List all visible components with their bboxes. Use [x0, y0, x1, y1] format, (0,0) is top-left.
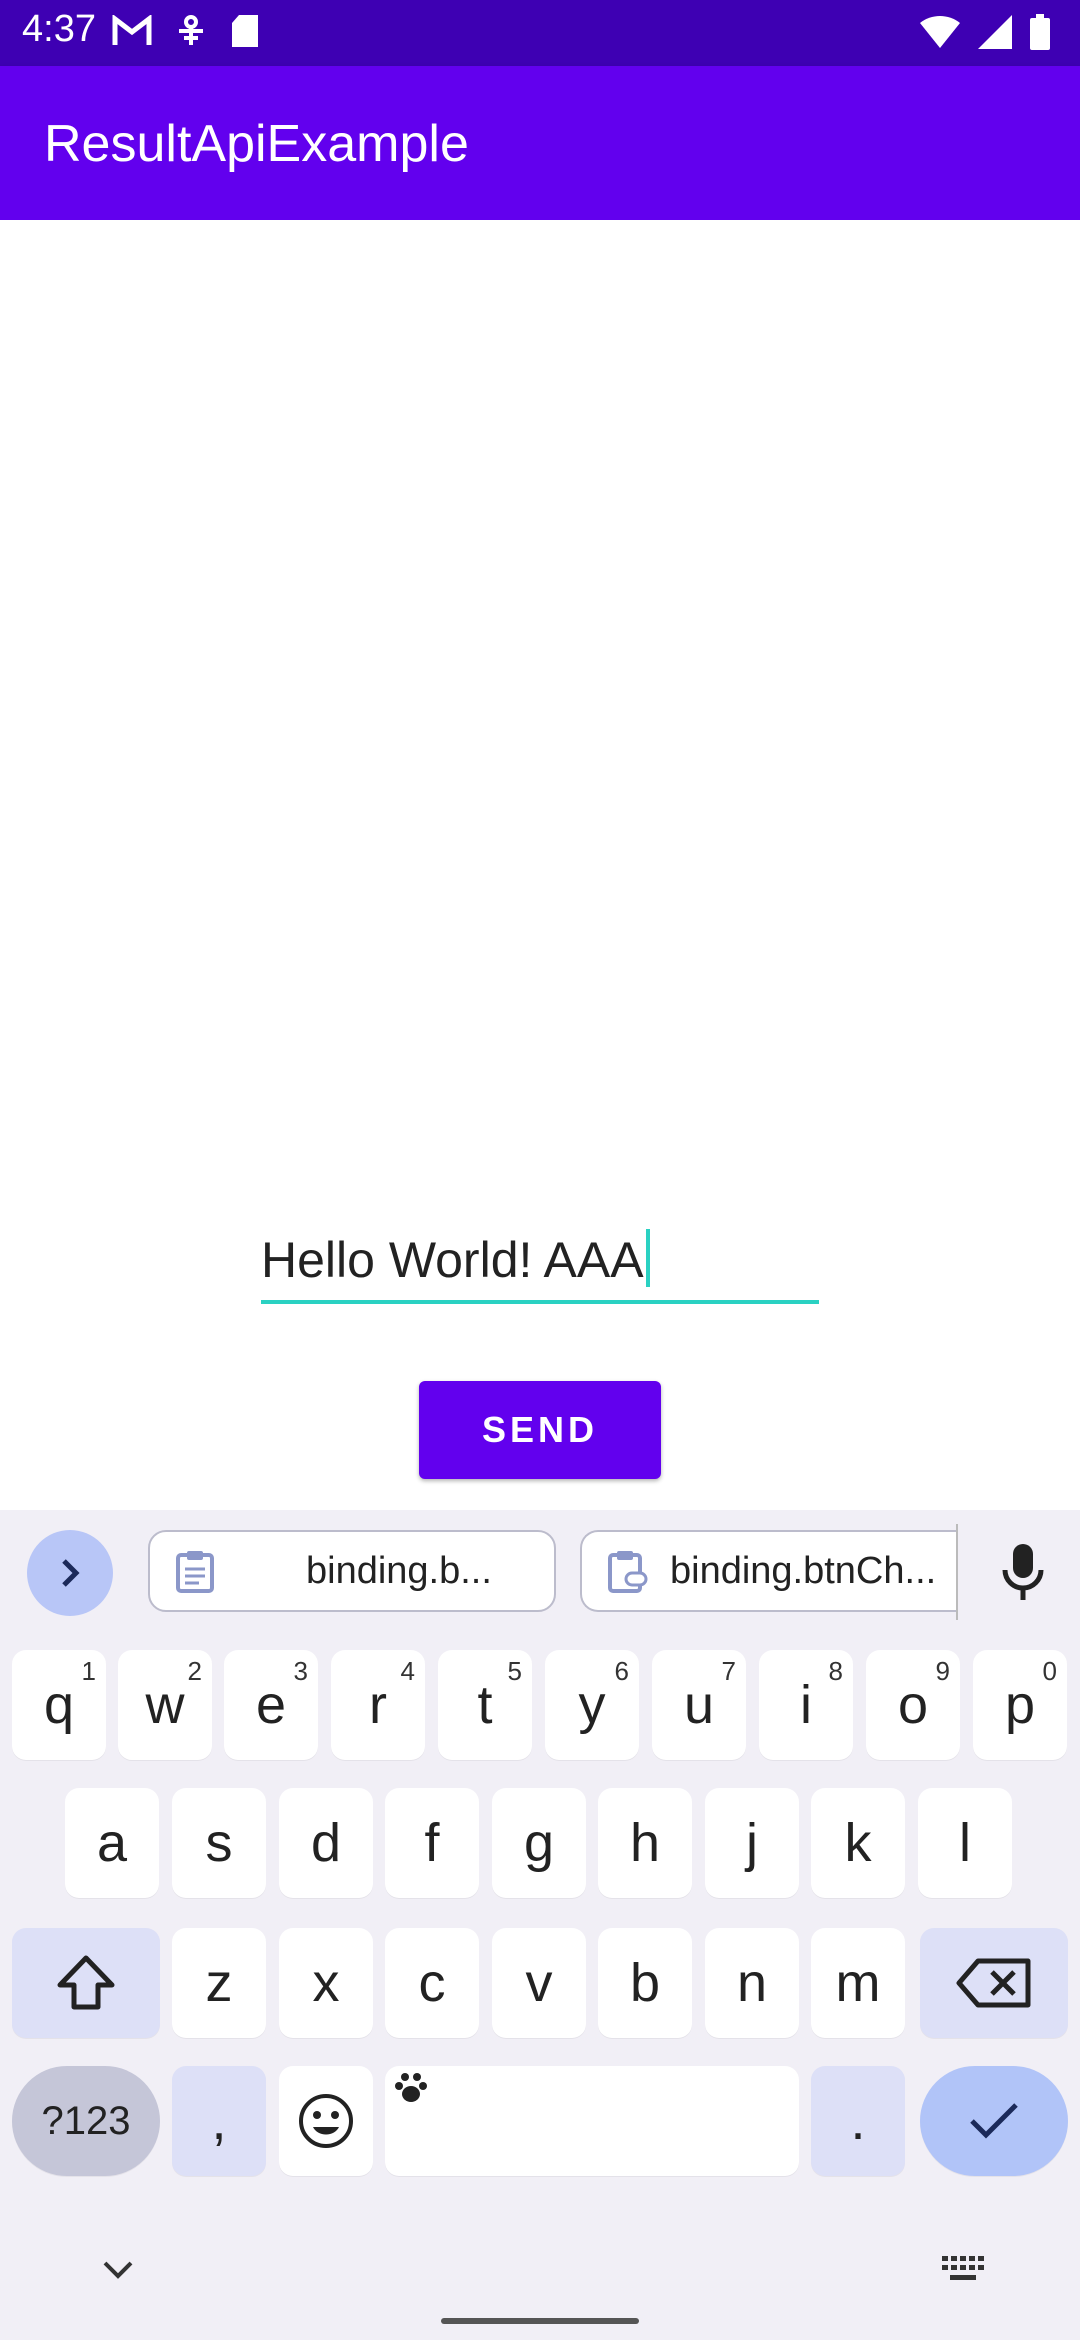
key-label: y	[578, 1675, 606, 1735]
clipboard-icon	[176, 1551, 214, 1593]
key-y[interactable]: y6	[545, 1650, 639, 1760]
emoji-key[interactable]	[279, 2066, 373, 2176]
key-s[interactable]: s	[172, 1788, 266, 1898]
chevron-right-icon	[62, 1559, 80, 1587]
key-hint: 5	[507, 1656, 522, 1686]
app-bar: ResultApiExample	[0, 66, 1080, 220]
key-e[interactable]: e3	[224, 1650, 318, 1760]
clipboard-link-icon	[608, 1551, 648, 1593]
key-hint: 4	[400, 1656, 415, 1686]
sd-card-icon	[232, 15, 258, 47]
clipboard-suggestion-2[interactable]: binding.btnCh...	[580, 1530, 958, 1612]
key-hint: 0	[1042, 1656, 1057, 1686]
key-x[interactable]: x	[279, 1928, 373, 2038]
key-q[interactable]: q1	[12, 1650, 106, 1760]
key-label: o	[897, 1675, 929, 1735]
emoji-icon	[299, 2094, 353, 2148]
key-label: q	[43, 1675, 75, 1735]
hide-keyboard-icon[interactable]	[100, 2258, 136, 2282]
main-content	[0, 220, 1080, 1510]
key-i[interactable]: i8	[759, 1650, 853, 1760]
signal-icon	[978, 15, 1012, 49]
checkmark-icon	[970, 2103, 1018, 2139]
keyboard-nav-row	[0, 2240, 1080, 2340]
suggestion-divider	[956, 1524, 958, 1620]
key-w[interactable]: w2	[118, 1650, 212, 1760]
done-key[interactable]	[920, 2066, 1068, 2176]
system-icons	[920, 14, 1050, 50]
status-bar: 4:37	[0, 0, 1080, 66]
gmail-icon	[112, 15, 152, 45]
key-a[interactable]: a	[65, 1788, 159, 1898]
wifi-icon	[920, 15, 960, 49]
key-hint: 7	[721, 1656, 736, 1686]
status-time: 4:37	[22, 8, 96, 50]
home-indicator[interactable]	[441, 2318, 639, 2324]
backspace-key[interactable]	[920, 1928, 1068, 2038]
shift-icon	[57, 1955, 115, 2010]
key-j[interactable]: j	[705, 1788, 799, 1898]
suggestion-strip: binding.b... binding.btnCh...	[0, 1510, 1080, 1640]
soft-keyboard: binding.b... binding.btnCh... q1 w2 e3 r…	[0, 1510, 1080, 2340]
microphone-icon[interactable]	[1000, 1542, 1046, 1602]
key-label: r	[369, 1675, 387, 1735]
period-key[interactable]: .	[811, 2066, 905, 2176]
message-input-value: Hello World! AAA	[261, 1232, 644, 1288]
key-label: i	[800, 1675, 812, 1735]
key-k[interactable]: k	[811, 1788, 905, 1898]
key-z[interactable]: z	[172, 1928, 266, 2038]
key-d[interactable]: d	[279, 1788, 373, 1898]
message-input[interactable]: Hello World! AAA	[261, 1222, 819, 1304]
key-v[interactable]: v	[492, 1928, 586, 2038]
app-title: ResultApiExample	[44, 115, 469, 173]
key-hint: 3	[293, 1656, 308, 1686]
send-button[interactable]: SEND	[419, 1381, 661, 1479]
key-c[interactable]: c	[385, 1928, 479, 2038]
key-hint: 8	[828, 1656, 843, 1686]
comma-key[interactable]: ,	[172, 2066, 266, 2176]
shift-key[interactable]	[12, 1928, 160, 2038]
backspace-icon	[956, 1958, 1031, 2008]
expand-toolbar-button[interactable]	[27, 1530, 113, 1616]
key-label: t	[477, 1675, 493, 1735]
keyboard-switcher-icon[interactable]	[940, 2254, 986, 2284]
key-f[interactable]: f	[385, 1788, 479, 1898]
key-l[interactable]: l	[918, 1788, 1012, 1898]
text-cursor	[645, 1229, 650, 1287]
key-label: p	[1004, 1675, 1036, 1735]
key-label: w	[145, 1675, 185, 1735]
key-r[interactable]: r4	[331, 1650, 425, 1760]
clipboard-suggestion-1-text: binding.b...	[306, 1549, 492, 1592]
key-hint: 1	[81, 1656, 96, 1686]
key-o[interactable]: o9	[866, 1650, 960, 1760]
notification-icons	[112, 14, 260, 48]
key-n[interactable]: n	[705, 1928, 799, 2038]
key-hint: 9	[935, 1656, 950, 1686]
accessibility-icon	[179, 15, 203, 45]
clipboard-suggestion-1[interactable]: binding.b...	[148, 1530, 556, 1612]
key-m[interactable]: m	[811, 1928, 905, 2038]
key-h[interactable]: h	[598, 1788, 692, 1898]
key-label: u	[683, 1675, 715, 1735]
key-hint: 6	[614, 1656, 629, 1686]
key-hint: 2	[187, 1656, 202, 1686]
key-t[interactable]: t5	[438, 1650, 532, 1760]
battery-icon	[1030, 14, 1050, 50]
key-label: e	[255, 1675, 287, 1735]
key-g[interactable]: g	[492, 1788, 586, 1898]
key-p[interactable]: p0	[973, 1650, 1067, 1760]
space-key[interactable]	[385, 2066, 799, 2176]
paw-icon	[395, 2073, 427, 2102]
clipboard-suggestion-2-text: binding.btnCh...	[670, 1549, 937, 1592]
key-b[interactable]: b	[598, 1928, 692, 2038]
symbols-key[interactable]: ?123	[12, 2066, 160, 2176]
key-u[interactable]: u7	[652, 1650, 746, 1760]
